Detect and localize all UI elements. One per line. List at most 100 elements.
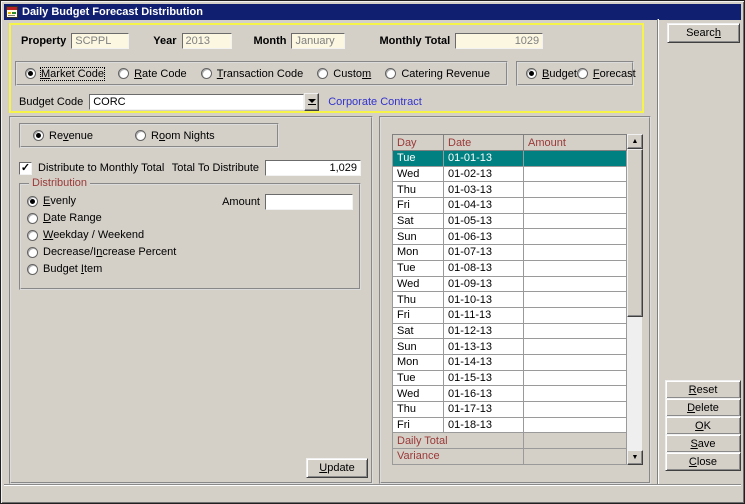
radio-forecast[interactable]: Forecast <box>577 68 636 80</box>
monthly-total-field[interactable]: 1029 <box>455 33 543 49</box>
radio-room-nights[interactable]: Room Nights <box>135 130 215 142</box>
distribution-group: Distribution EvenlyDate RangeWeekday / W… <box>19 183 361 290</box>
table-row[interactable]: Tue01-15-13 <box>393 370 627 386</box>
radio-budget-item[interactable]: Budget Item <box>27 263 176 275</box>
monthly-total-label: Monthly Total <box>379 35 450 47</box>
radio-label: Market Code <box>41 68 104 80</box>
date-cell: 01-17-13 <box>444 402 524 418</box>
table-row[interactable]: Wed01-16-13 <box>393 386 627 402</box>
reset-button[interactable]: Reset <box>665 380 741 399</box>
amount-cell <box>524 198 627 214</box>
day-cell: Sun <box>393 339 444 355</box>
radio-circle-icon <box>27 247 38 258</box>
day-cell: Wed <box>393 166 444 182</box>
budget-code-input[interactable]: CORC <box>89 94 304 110</box>
table-row[interactable]: Fri01-18-13 <box>393 417 627 433</box>
radio-label: Transaction Code <box>217 68 303 80</box>
radio-catering-revenue[interactable]: Catering Revenue <box>385 68 490 80</box>
amount-field[interactable] <box>265 194 353 210</box>
amount-cell <box>524 229 627 245</box>
radio-weekday-weekend[interactable]: Weekday / Weekend <box>27 229 176 241</box>
radio-custom[interactable]: Custom <box>317 68 371 80</box>
total-to-distribute-field[interactable]: 1,029 <box>265 160 361 176</box>
scrollbar-thumb[interactable] <box>627 149 643 317</box>
amount-cell <box>524 370 627 386</box>
titlebar: Daily Budget Forecast Distribution <box>4 4 741 20</box>
table-scrollbar[interactable]: ▲ ▼ <box>627 134 642 465</box>
date-cell: 01-14-13 <box>444 354 524 370</box>
summary-amount-cell <box>524 433 627 449</box>
summary-label: Variance <box>393 449 524 465</box>
radio-transaction-code[interactable]: Transaction Code <box>201 68 303 80</box>
radio-label: Rate Code <box>134 68 187 80</box>
day-cell: Mon <box>393 245 444 261</box>
radio-label: Decrease/Increase Percent <box>43 246 176 258</box>
table-row[interactable]: Thu01-03-13 <box>393 182 627 198</box>
date-cell: 01-04-13 <box>444 198 524 214</box>
radio-label: Forecast <box>593 68 636 80</box>
daily-table: Day Date Amount Tue01-01-13Wed01-02-13Th… <box>392 134 627 465</box>
save-button[interactable]: Save <box>665 434 741 453</box>
close-button[interactable]: Close <box>665 452 741 471</box>
scroll-up-icon[interactable]: ▲ <box>627 134 643 149</box>
search-button[interactable]: Search <box>667 23 740 43</box>
delete-button[interactable]: Delete <box>665 398 741 417</box>
table-header-row: Day Date Amount <box>393 135 627 151</box>
table-row[interactable]: Thu01-17-13 <box>393 402 627 418</box>
distribute-checkbox[interactable]: ✓ <box>19 162 32 175</box>
day-cell: Sat <box>393 213 444 229</box>
table-row[interactable]: Mon01-07-13 <box>393 245 627 261</box>
table-row[interactable]: Fri01-11-13 <box>393 307 627 323</box>
scroll-down-icon[interactable]: ▼ <box>627 450 643 465</box>
day-cell: Fri <box>393 307 444 323</box>
month-label: Month <box>254 35 287 47</box>
code-type-radio-group: Market Code Rate Code Transaction Code Cust… <box>15 61 508 86</box>
date-cell: 01-12-13 <box>444 323 524 339</box>
table-row[interactable]: Tue01-01-13 <box>393 151 627 167</box>
radio-revenue[interactable]: Revenue <box>33 130 93 142</box>
date-cell: 01-15-13 <box>444 370 524 386</box>
table-row[interactable]: Sat01-05-13 <box>393 213 627 229</box>
amount-cell <box>524 213 627 229</box>
dropdown-arrow-icon <box>308 99 316 103</box>
table-row[interactable]: Wed01-02-13 <box>393 166 627 182</box>
date-cell: 01-18-13 <box>444 417 524 433</box>
radio-evenly[interactable]: Evenly <box>27 195 176 207</box>
day-cell: Thu <box>393 402 444 418</box>
table-row[interactable]: Sun01-13-13 <box>393 339 627 355</box>
ok-button[interactable]: OK <box>665 416 741 435</box>
table-row[interactable]: Wed01-09-13 <box>393 276 627 292</box>
budget-code-dropdown-button[interactable] <box>304 93 319 111</box>
col-header-date: Date <box>444 135 524 151</box>
radio-date-range[interactable]: Date Range <box>27 212 176 224</box>
table-row[interactable]: Sun01-06-13 <box>393 229 627 245</box>
property-field[interactable]: SCPPL <box>71 33 129 49</box>
budget-code-row: Budget Code CORC Corporate Contract <box>19 93 422 111</box>
radio-circle-icon <box>118 68 129 79</box>
amount-cell <box>524 307 627 323</box>
radio-label: Weekday / Weekend <box>43 229 144 241</box>
month-field[interactable]: January <box>291 33 345 49</box>
table-row[interactable]: Sat01-12-13 <box>393 323 627 339</box>
date-cell: 01-13-13 <box>444 339 524 355</box>
radio-market-code[interactable]: Market Code <box>25 68 104 80</box>
update-button[interactable]: Update <box>306 458 368 478</box>
summary-row-variance: Variance <box>393 449 627 465</box>
radio-rate-code[interactable]: Rate Code <box>118 68 187 80</box>
table-row[interactable]: Thu01-10-13 <box>393 292 627 308</box>
amount-row: Amount <box>222 194 353 210</box>
amount-cell <box>524 323 627 339</box>
distribution-panel: RevenueRoom Nights ✓ Distribute to Month… <box>9 116 373 484</box>
radio-label: Budget Item <box>43 263 102 275</box>
radio-budget[interactable]: Budget <box>526 68 577 80</box>
table-row[interactable]: Tue01-08-13 <box>393 260 627 276</box>
radio-circle-icon <box>27 230 38 241</box>
summary-row-daily-total: Daily Total <box>393 433 627 449</box>
year-field[interactable]: 2013 <box>182 33 232 49</box>
radio-decrease-increase-percent[interactable]: Decrease/Increase Percent <box>27 246 176 258</box>
budget-code-label: Budget Code <box>19 96 83 108</box>
radio-circle-icon <box>27 213 38 224</box>
table-row[interactable]: Fri01-04-13 <box>393 198 627 214</box>
table-row[interactable]: Mon01-14-13 <box>393 354 627 370</box>
amount-cell <box>524 260 627 276</box>
